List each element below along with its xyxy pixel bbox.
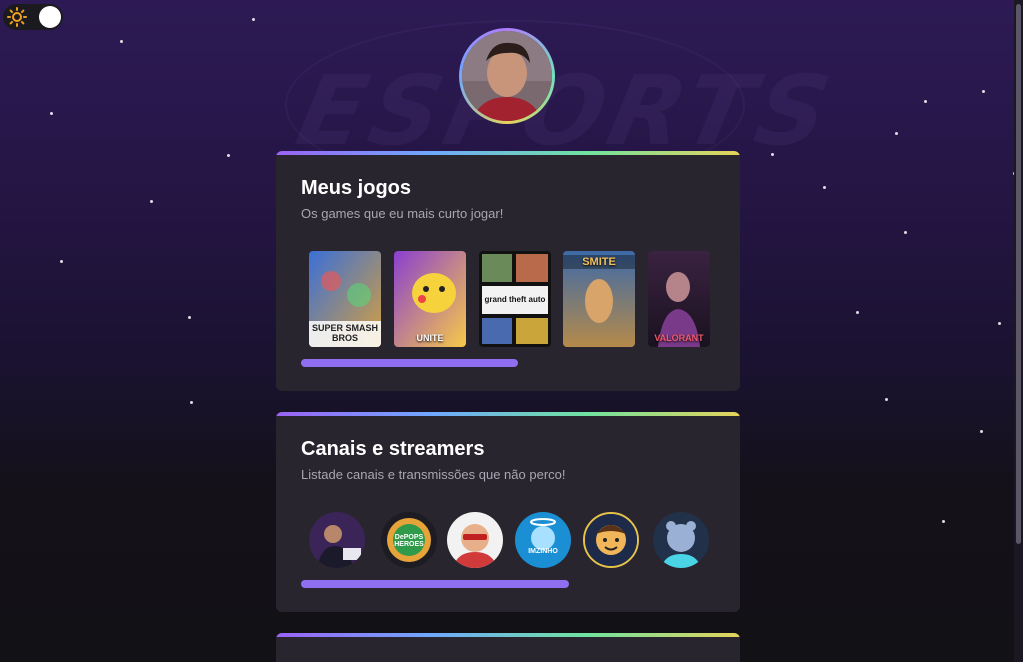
game-smash-bros[interactable]: SUPER SMASH BROS — [309, 251, 381, 347]
streamers-scroll-indicator[interactable] — [301, 580, 569, 588]
theme-toggle[interactable] — [3, 4, 63, 30]
star-decoration — [190, 401, 193, 404]
next-section-card — [276, 633, 740, 662]
section-subtitle: Listade canais e transmissões que não pe… — [301, 467, 566, 482]
profile-avatar[interactable] — [462, 31, 552, 121]
sun-icon — [6, 6, 28, 28]
star-decoration — [895, 132, 898, 135]
game-smite[interactable]: SMITE — [563, 251, 635, 347]
game-valorant[interactable]: VALORANT — [648, 251, 710, 347]
star-decoration — [942, 520, 945, 523]
streamer-avatar[interactable] — [447, 512, 503, 568]
star-decoration — [50, 112, 53, 115]
streamer-depops-heroes[interactable]: DePOPS HEROES — [381, 512, 437, 568]
star-decoration — [885, 398, 888, 401]
profile-avatar-ring — [459, 28, 555, 124]
star-decoration — [980, 430, 983, 433]
star-decoration — [924, 100, 927, 103]
star-decoration — [227, 154, 230, 157]
scrollbar-thumb[interactable] — [1016, 4, 1021, 544]
streamer-avatar[interactable] — [583, 512, 639, 568]
streamer-avatar[interactable] — [309, 512, 365, 568]
games-card: Meus jogos Os games que eu mais curto jo… — [276, 151, 740, 391]
game-pokemon-unite[interactable]: UNITE — [394, 251, 466, 347]
star-decoration — [120, 40, 123, 43]
star-decoration — [188, 316, 191, 319]
star-decoration — [904, 231, 907, 234]
star-decoration — [60, 260, 63, 263]
streamer-imzinho[interactable]: IMZINHO — [515, 512, 571, 568]
toggle-knob[interactable] — [39, 6, 61, 28]
star-decoration — [150, 200, 153, 203]
games-scroll-indicator[interactable] — [301, 359, 518, 367]
star-decoration — [982, 90, 985, 93]
star-decoration — [856, 311, 859, 314]
star-decoration — [998, 322, 1001, 325]
section-subtitle: Os games que eu mais curto jogar! — [301, 206, 504, 221]
game-gta-v[interactable]: grand theft auto — [479, 251, 551, 347]
streamer-avatar[interactable] — [653, 512, 709, 568]
page-scrollbar[interactable] — [1014, 0, 1023, 662]
star-decoration — [823, 186, 826, 189]
section-title: Meus jogos — [301, 177, 412, 199]
star-decoration — [771, 153, 774, 156]
star-decoration — [252, 18, 255, 21]
section-title: Canais e streamers — [301, 438, 485, 460]
streamers-card: Canais e streamers Listade canais e tran… — [276, 412, 740, 612]
